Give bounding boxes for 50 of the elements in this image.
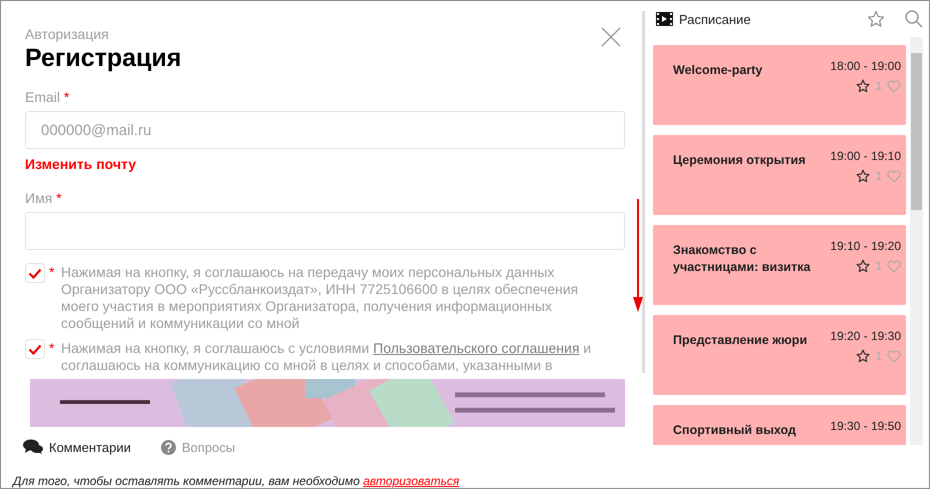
- event-title: Представление жюри: [673, 332, 808, 349]
- required-mark: *: [49, 340, 56, 356]
- consent-text: Нажимая на кнопку, я соглашаюсь на передачу моих персональных данных Организатору ООО «Руссбланкоиздат», ИНН 7725106600 в целях обеспечения моего участия в мероприятиях Организатора, получения информационных сообщений и коммуникации со мной: [61, 264, 580, 332]
- event-card[interactable]: Церемония открытия 19:00 - 19:10 1: [653, 135, 906, 215]
- required-mark: *: [49, 264, 56, 280]
- close-icon[interactable]: [601, 27, 621, 47]
- event-title: Спортивный выход: [673, 422, 797, 439]
- required-mark: *: [56, 190, 62, 206]
- event-title: Церемония открытия: [673, 152, 806, 169]
- login-link[interactable]: авторизоваться: [363, 474, 460, 488]
- star-icon[interactable]: [856, 169, 870, 183]
- change-email-link[interactable]: Изменить почту: [25, 156, 136, 172]
- checkbox[interactable]: [25, 339, 45, 359]
- film-icon: [656, 12, 673, 26]
- like-count: 1: [875, 79, 882, 93]
- schedule-title: Расписание: [679, 12, 752, 26]
- field-label: Имя: [25, 190, 52, 206]
- like-count: 1: [875, 259, 882, 273]
- agreement-link[interactable]: Пользовательского соглашения: [373, 340, 580, 356]
- input-field[interactable]: [25, 212, 625, 250]
- field-label: Email: [25, 89, 60, 105]
- search-icon[interactable]: [905, 10, 923, 28]
- star-icon[interactable]: [856, 259, 870, 273]
- event-card[interactable]: Спортивный выход 19:30 - 19:50: [653, 405, 906, 445]
- like-count: 1: [875, 169, 882, 183]
- star-icon[interactable]: [856, 79, 870, 93]
- event-card[interactable]: Welcome-party 18:00 - 19:00 1: [653, 45, 906, 125]
- event-time: 19:00 - 19:10: [830, 149, 901, 163]
- event-card[interactable]: Знакомство с участницами: визитка 19:10 - 19:20 1: [653, 225, 906, 305]
- help-icon: [160, 440, 176, 454]
- event-title: Welcome-party: [673, 62, 764, 79]
- event-time: 18:00 - 19:00: [830, 59, 901, 73]
- required-mark: *: [64, 89, 70, 105]
- star-icon[interactable]: [856, 349, 870, 363]
- consent-text: Нажимая на кнопку, я соглашаюсь с условиями Пользовательского соглашения и соглашаюсь на коммуникацию со мной в целях и способами, указанными в: [61, 340, 592, 374]
- event-time: 19:10 - 19:20: [830, 239, 901, 253]
- event-time: 19:30 - 19:50: [830, 419, 901, 433]
- star-icon[interactable]: [867, 10, 885, 28]
- tab[interactable]: Комментарии: [23, 439, 131, 455]
- login-notice: Для того, чтобы оставлять комментарии, вам необходимо авторизоваться: [13, 474, 460, 488]
- scrollbar[interactable]: [910, 37, 923, 445]
- checkbox[interactable]: [25, 263, 45, 283]
- chat-icon: [23, 439, 43, 455]
- event-time: 19:20 - 19:30: [830, 329, 901, 343]
- event-title: Знакомство с участницами: визитка: [673, 242, 812, 276]
- page-title: Регистрация: [25, 44, 182, 73]
- check-icon: [28, 268, 42, 278]
- check-icon: [28, 344, 42, 354]
- like-count: 1: [875, 349, 882, 363]
- event-card[interactable]: Представление жюри 19:20 - 19:30 1: [653, 315, 906, 395]
